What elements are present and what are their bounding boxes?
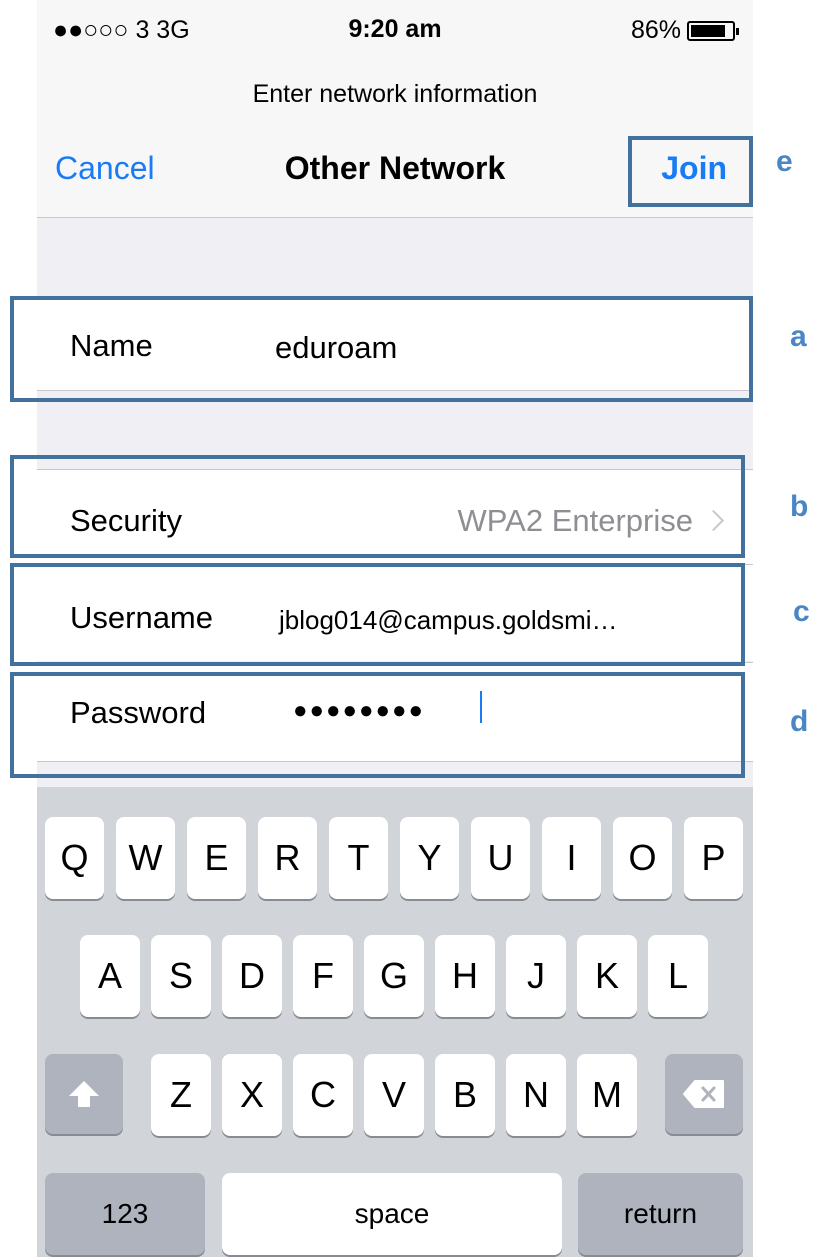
key-t[interactable]: T [329,817,388,899]
battery-fill [691,24,725,37]
space-key[interactable]: space [222,1173,562,1255]
key-o[interactable]: O [613,817,672,899]
key-c[interactable]: C [293,1054,353,1136]
key-n[interactable]: N [506,1054,566,1136]
status-bar: ●●○○○ 3 3G 9:20 am 86% [37,0,753,60]
key-m[interactable]: M [577,1054,637,1136]
annotation-box-a [10,296,753,402]
key-e[interactable]: E [187,817,246,899]
backspace-icon [683,1080,724,1108]
annotation-letter-d: d [790,705,809,738]
annotation-letter-b: b [790,490,809,523]
shift-key[interactable] [45,1054,123,1134]
key-b[interactable]: B [435,1054,495,1136]
key-s[interactable]: S [151,935,211,1017]
key-g[interactable]: G [364,935,424,1017]
return-key[interactable]: return [578,1173,743,1255]
battery-icon [687,20,739,41]
key-x[interactable]: X [222,1054,282,1136]
key-h[interactable]: H [435,935,495,1017]
key-v[interactable]: V [364,1054,424,1136]
key-w[interactable]: W [116,817,175,899]
annotation-letter-c: c [793,595,810,628]
key-l[interactable]: L [648,935,708,1017]
annotation-letter-e: e [776,145,793,178]
keyboard: QWERTYUIOP ASDFGHJKL ZXCVBNM 123 space r… [37,787,753,1257]
numbers-key[interactable]: 123 [45,1173,205,1255]
key-u[interactable]: U [471,817,530,899]
annotation-box-d [10,672,745,778]
battery-percent: 86% [630,16,681,44]
key-k[interactable]: K [577,935,637,1017]
delete-key[interactable] [665,1054,743,1134]
annotation-letter-a: a [790,320,807,353]
battery-status: 86% [630,16,739,45]
annotation-box-c [10,563,745,666]
key-z[interactable]: Z [151,1054,211,1136]
key-f[interactable]: F [293,935,353,1017]
key-p[interactable]: P [684,817,743,899]
key-i[interactable]: I [542,817,601,899]
key-d[interactable]: D [222,935,282,1017]
key-a[interactable]: A [80,935,140,1017]
nav-prompt: Enter network information [252,80,538,108]
key-q[interactable]: Q [45,817,104,899]
key-r[interactable]: R [258,817,317,899]
key-y[interactable]: Y [400,817,459,899]
annotation-box-e [628,136,753,207]
shift-arrow-icon [69,1081,99,1107]
annotation-box-b [10,455,745,558]
key-j[interactable]: J [506,935,566,1017]
